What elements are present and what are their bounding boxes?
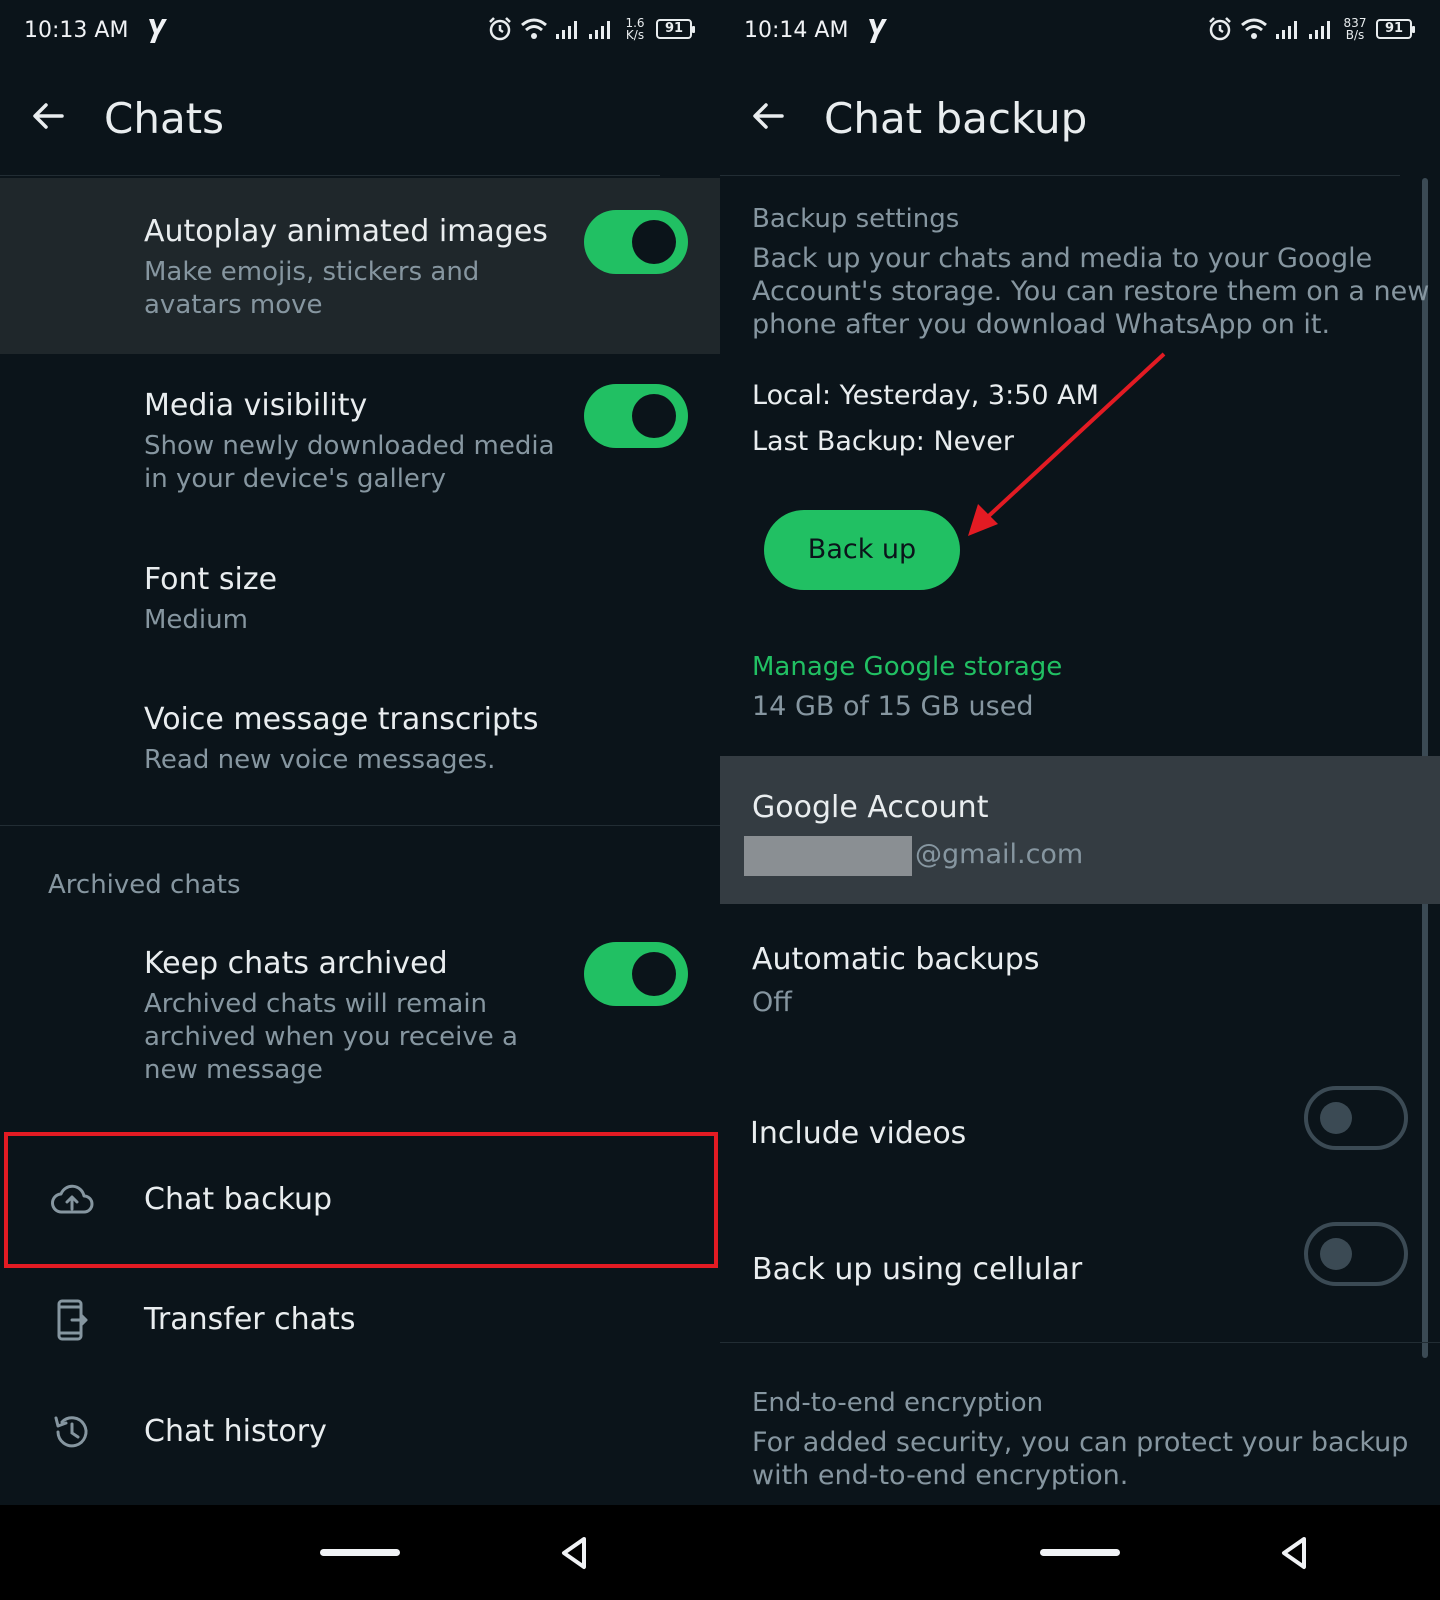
automatic-backups-value: Off [752, 987, 792, 1018]
alarm-icon [1209, 17, 1231, 41]
backup-description-line3: phone after you download WhatsApp on it. [752, 309, 1331, 340]
media-visibility-toggle[interactable] [584, 384, 688, 448]
signal-icon-2 [589, 21, 610, 39]
autoplay-toggle[interactable] [584, 210, 688, 274]
manage-google-storage-link[interactable]: Manage Google storage [752, 652, 1062, 682]
annotation-arrow [968, 352, 1166, 536]
keep-archived-row[interactable]: Keep chats archived Archived chats will … [0, 922, 720, 1122]
e2e-description-line2: with end-to-end encryption. [752, 1460, 1129, 1491]
font-size-value: Medium [144, 605, 248, 635]
keep-archived-subtitle-line1: Archived chats will remain [144, 989, 488, 1019]
google-account-row[interactable]: Google Account @gmail.com [720, 756, 1440, 904]
battery-indicator: 91 [1376, 19, 1415, 39]
backup-cellular-title: Back up using cellular [752, 1252, 1083, 1287]
transfer-chats-title: Transfer chats [144, 1302, 356, 1337]
app-bar: Chats [0, 62, 660, 176]
keep-archived-title: Keep chats archived [144, 946, 448, 981]
e2e-description-line1: For added security, you can protect your… [752, 1427, 1409, 1458]
media-visibility-title: Media visibility [144, 388, 368, 423]
voice-transcripts-subtitle: Read new voice messages. [144, 745, 496, 775]
status-time: 10:14 AM [744, 18, 849, 43]
app-logo-icon [149, 19, 167, 43]
section-divider [0, 825, 720, 826]
phone-transfer-icon [57, 1299, 88, 1341]
media-visibility-subtitle-line2: in your device's gallery [144, 464, 447, 494]
signal-icon [1276, 21, 1297, 39]
storage-used: 14 GB of 15 GB used [752, 691, 1034, 722]
chats-settings-screen: 10:13 AM 1.6 K/s 91 Chats Autoplay anima… [0, 0, 720, 1505]
google-account-email-suffix: @gmail.com [915, 839, 1084, 870]
network-speed-unit: K/s [625, 28, 645, 42]
backup-cellular-toggle[interactable] [1304, 1222, 1408, 1286]
include-videos-title: Include videos [750, 1116, 967, 1151]
media-visibility-row[interactable]: Media visibility Show newly downloaded m… [0, 356, 720, 526]
status-bar: 10:13 AM 1.6 K/s 91 [0, 0, 720, 62]
status-time: 10:13 AM [24, 18, 129, 43]
nav-back-icon[interactable] [554, 1533, 594, 1573]
highlight-annotation-box [4, 1132, 718, 1268]
status-icons: 837 B/s 91 [1207, 16, 1415, 42]
autoplay-subtitle-line1: Make emojis, stickers and [144, 257, 480, 287]
alarm-icon [489, 17, 511, 41]
home-pill-button[interactable] [320, 1549, 400, 1556]
autoplay-subtitle-line2: avatars move [144, 290, 323, 320]
transfer-chats-row[interactable]: Transfer chats [0, 1270, 720, 1370]
wifi-icon [1241, 18, 1267, 39]
automatic-backups-title: Automatic backups [752, 942, 1040, 977]
e2e-encryption-header: End-to-end encryption [752, 1388, 1044, 1418]
media-visibility-subtitle-line1: Show newly downloaded media [144, 431, 555, 461]
archived-chats-header: Archived chats [48, 870, 241, 900]
back-arrow-icon[interactable] [748, 96, 788, 136]
wifi-icon [521, 18, 547, 39]
backup-description-line1: Back up your chats and media to your Goo… [752, 243, 1373, 274]
automatic-backups-row[interactable]: Automatic backups Off [720, 920, 1440, 1050]
chat-history-title: Chat history [144, 1414, 327, 1449]
voice-transcripts-row[interactable]: Voice message transcripts Read new voice… [0, 680, 720, 800]
network-speed: 1.6 K/s [621, 17, 649, 41]
signal-icon-2 [1309, 21, 1330, 39]
google-account-title: Google Account [752, 790, 989, 825]
keep-archived-subtitle-line2: archived when you receive a [144, 1022, 518, 1052]
section-divider [720, 1342, 1440, 1343]
backup-cellular-row[interactable]: Back up using cellular [720, 1206, 1440, 1326]
signal-icon [556, 21, 577, 39]
back-up-button[interactable]: Back up [764, 510, 960, 590]
home-pill-button-2[interactable] [1040, 1549, 1120, 1556]
battery-indicator: 91 [656, 19, 695, 39]
page-title: Chat backup [824, 94, 1088, 143]
autoplay-title: Autoplay animated images [144, 214, 548, 249]
nav-back-icon-2[interactable] [1274, 1533, 1314, 1573]
status-bar: 10:14 AM 837 B/s 91 [720, 0, 1440, 62]
network-speed: 837 B/s [1341, 17, 1369, 41]
font-size-row[interactable]: Font size Medium [0, 540, 720, 660]
font-size-title: Font size [144, 562, 278, 597]
system-navigation-bar [0, 1505, 1440, 1600]
network-speed-unit: B/s [1345, 28, 1365, 42]
chat-backup-screen: 10:14 AM 837 B/s 91 Chat backup Backup s… [720, 0, 1440, 1505]
include-videos-row[interactable]: Include videos [720, 1070, 1440, 1190]
back-arrow-icon[interactable] [28, 96, 68, 136]
keep-archived-toggle[interactable] [584, 942, 688, 1006]
chat-history-row[interactable]: Chat history [0, 1382, 720, 1482]
redacted-email-block [744, 836, 912, 876]
app-bar: Chat backup [720, 62, 1400, 176]
keep-archived-subtitle-line3: new message [144, 1055, 323, 1085]
autoplay-row[interactable]: Autoplay animated images Make emojis, st… [0, 178, 720, 354]
voice-transcripts-title: Voice message transcripts [144, 702, 539, 737]
backup-settings-header: Backup settings [752, 204, 960, 234]
history-icon [54, 1416, 88, 1448]
app-logo-icon [869, 19, 887, 43]
page-title: Chats [104, 94, 225, 143]
backup-description-line2: Account's storage. You can restore them … [752, 276, 1430, 307]
status-icons: 1.6 K/s 91 [487, 16, 695, 42]
include-videos-toggle[interactable] [1304, 1086, 1408, 1150]
